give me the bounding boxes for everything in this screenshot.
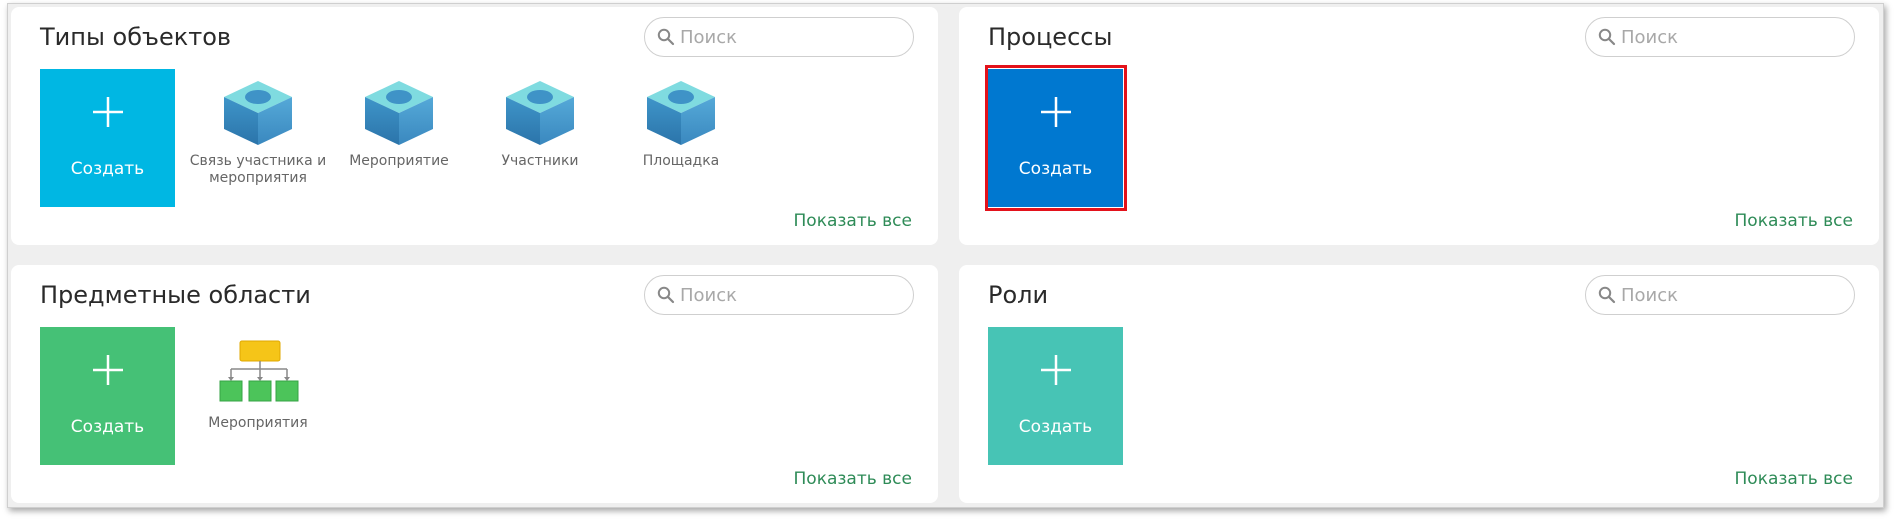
processes-panel: Процессы Создать Показать все [959,7,1879,245]
object-type-tile[interactable]: Мероприятие [329,69,469,170]
cube-icon [506,81,574,145]
show-all-link[interactable]: Показать все [1735,469,1853,489]
create-label: Создать [1018,159,1093,179]
object-types-panel: Типы объектов Создать Связь участника и … [11,7,938,245]
create-label: Создать [70,159,145,179]
tile-label: Мероприятия [208,415,308,431]
plus-icon [1041,97,1071,127]
object-type-tile[interactable]: Участники [470,69,610,170]
panel-title: Предметные области [40,281,311,309]
plus-icon [1041,355,1071,385]
cube-icon [365,81,433,145]
roles-panel: Роли Создать Показать все [959,265,1879,503]
plus-icon [93,97,123,127]
plus-icon [93,355,123,385]
search-input[interactable] [678,25,902,49]
show-all-link[interactable]: Показать все [794,469,912,489]
search-input[interactable] [1619,283,1843,307]
tile-label: Участники [501,153,579,169]
tile-label: Площадка [642,153,720,169]
search-icon [657,286,675,304]
show-all-link[interactable]: Показать все [1735,211,1853,231]
object-type-tile[interactable]: Площадка [611,69,751,170]
object-type-tile[interactable]: Связь участника и мероприятия [188,69,328,187]
create-object-type-button[interactable]: Создать [40,69,175,207]
search-icon [657,28,675,46]
panel-title: Типы объектов [40,23,232,51]
search-box[interactable] [644,17,914,57]
create-subject-area-button[interactable]: Создать [40,327,175,465]
create-label: Создать [1018,417,1093,437]
cube-icon [224,81,292,145]
search-icon [1598,28,1616,46]
panel-title: Процессы [988,23,1113,51]
show-all-link[interactable]: Показать все [794,211,912,231]
subject-area-tile[interactable]: Мероприятия [188,327,328,432]
create-label: Создать [70,417,145,437]
search-box[interactable] [1585,275,1855,315]
cube-icon [647,81,715,145]
search-input[interactable] [1619,25,1843,49]
subject-areas-panel: Предметные области Создать [11,265,938,503]
search-input[interactable] [678,283,902,307]
create-process-button[interactable]: Создать [988,69,1123,207]
search-icon [1598,286,1616,304]
hierarchy-diagram-icon [219,340,299,402]
search-box[interactable] [644,275,914,315]
panel-title: Роли [988,281,1049,309]
create-role-button[interactable]: Создать [988,327,1123,465]
tile-label: Связь участника и мероприятия [189,153,327,186]
search-box[interactable] [1585,17,1855,57]
tile-label: Мероприятие [349,153,449,169]
workspace-frame: Типы объектов Создать Связь участника и … [7,3,1884,508]
